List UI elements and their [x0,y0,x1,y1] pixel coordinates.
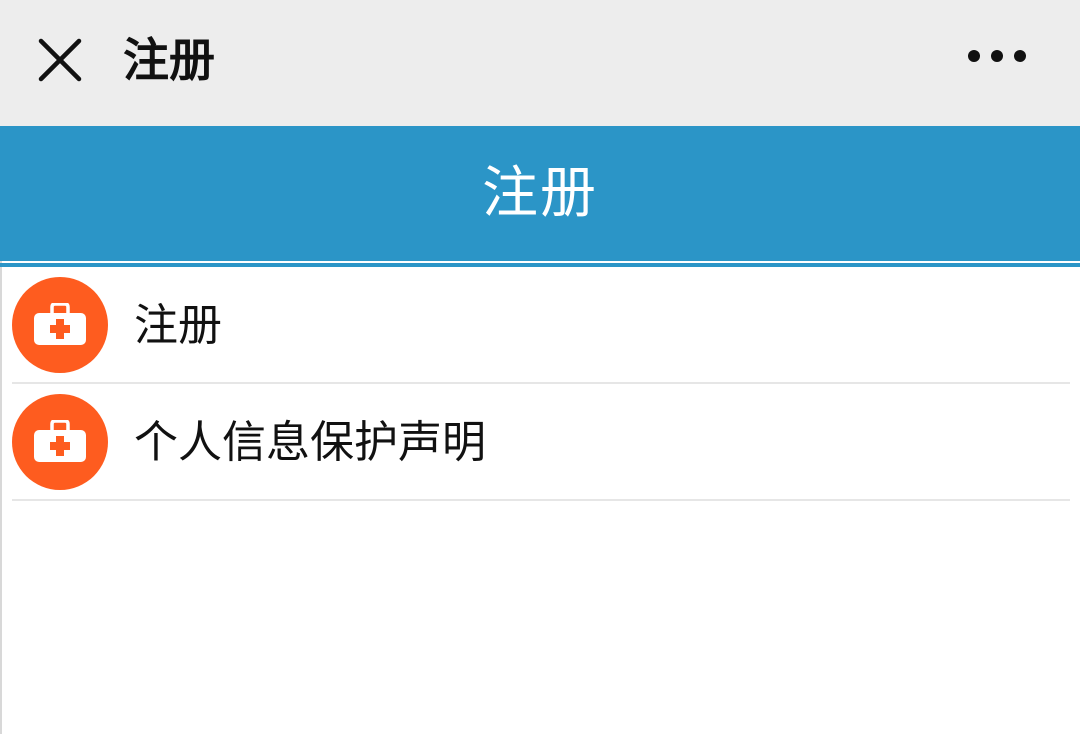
list-item-privacy-statement[interactable]: 个人信息保护声明 [0,384,1080,501]
close-button[interactable] [22,22,98,98]
list-item-register[interactable]: 注册 [0,267,1080,384]
more-icon [968,50,1026,62]
top-nav-bar: 注册 [0,0,1080,126]
list-item-label: 个人信息保护声明 [134,417,486,468]
more-button[interactable] [952,26,1042,86]
banner-title: 注册 [482,160,598,226]
list-item-label: 注册 [134,300,222,351]
medical-kit-icon [12,394,108,490]
menu-list: 注册 个人信息保护声明 [0,267,1080,501]
close-icon [38,38,82,82]
header-banner: 注册 [0,126,1080,261]
nav-title: 注册 [123,33,215,87]
list-divider [12,499,1070,501]
medical-kit-icon [12,277,108,373]
